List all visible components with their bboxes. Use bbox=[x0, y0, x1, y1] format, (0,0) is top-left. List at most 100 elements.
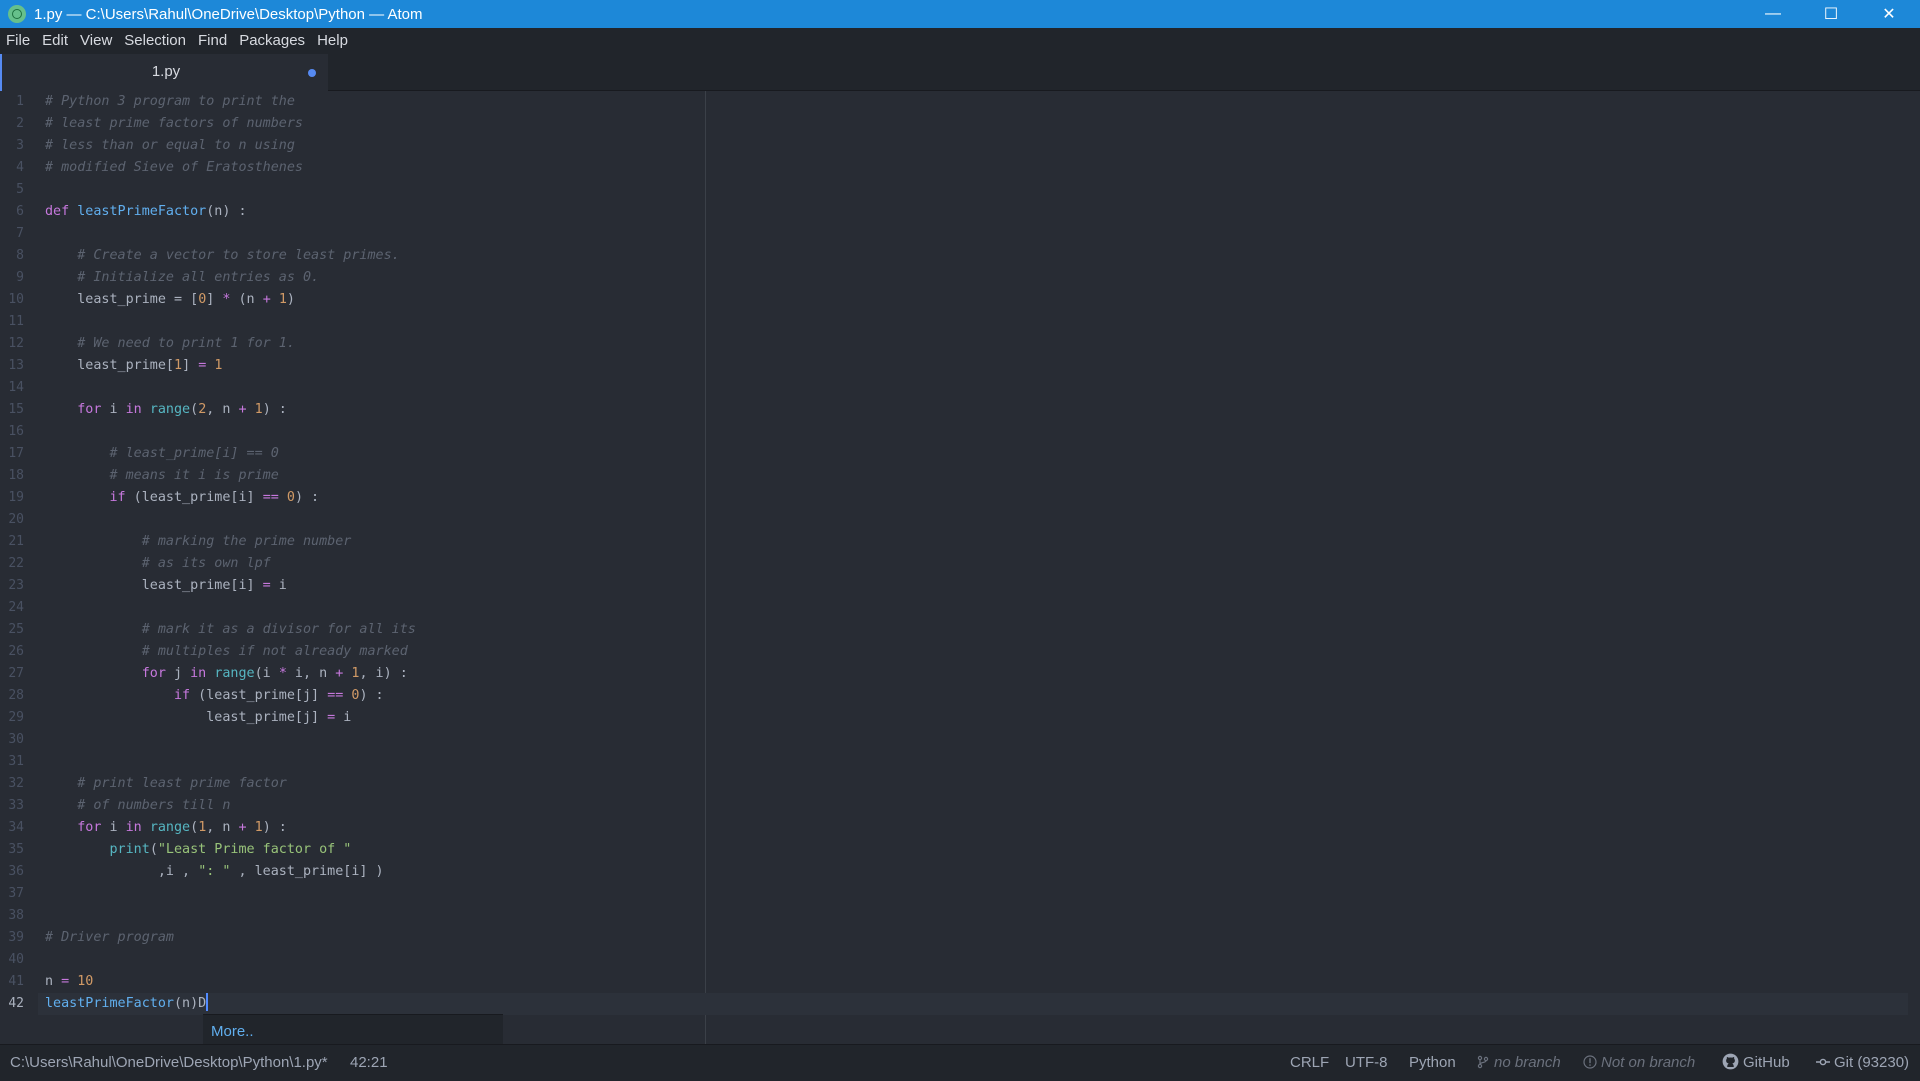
code-line[interactable]: least_prime[j] = i bbox=[45, 707, 351, 729]
line-number[interactable]: 11 bbox=[0, 311, 24, 333]
code-line[interactable]: # Create a vector to store least primes. bbox=[45, 245, 400, 267]
menu-edit[interactable]: Edit bbox=[36, 28, 74, 54]
status-file-path[interactable]: C:\Users\Rahul\OneDrive\Desktop\Python\1… bbox=[10, 1045, 328, 1081]
line-number[interactable]: 22 bbox=[0, 553, 24, 575]
line-number[interactable]: 15 bbox=[0, 399, 24, 421]
status-grammar[interactable]: Python bbox=[1409, 1045, 1456, 1081]
code-line[interactable]: # print least prime factor bbox=[45, 773, 287, 795]
line-number[interactable]: 35 bbox=[0, 839, 24, 861]
code-line[interactable]: # modified Sieve of Eratosthenes bbox=[45, 157, 303, 179]
line-number[interactable]: 42 bbox=[0, 993, 24, 1015]
line-number[interactable]: 20 bbox=[0, 509, 24, 531]
code-line[interactable]: # mark it as a divisor for all its bbox=[45, 619, 416, 641]
status-github[interactable]: GitHub bbox=[1722, 1045, 1790, 1081]
line-number[interactable]: 12 bbox=[0, 333, 24, 355]
code-line[interactable]: leastPrimeFactor(n)D bbox=[45, 993, 209, 1015]
code-token: # Driver program bbox=[45, 930, 174, 945]
line-number[interactable]: 30 bbox=[0, 729, 24, 751]
line-number[interactable]: 39 bbox=[0, 927, 24, 949]
line-number[interactable]: 25 bbox=[0, 619, 24, 641]
line-number[interactable]: 34 bbox=[0, 817, 24, 839]
line-number[interactable]: 8 bbox=[0, 245, 24, 267]
code-line[interactable]: # Python 3 program to print the bbox=[45, 91, 295, 113]
menu-file[interactable]: File bbox=[0, 28, 36, 54]
code-line[interactable]: # of numbers till n bbox=[45, 795, 230, 817]
line-number[interactable]: 32 bbox=[0, 773, 24, 795]
menu-view[interactable]: View bbox=[74, 28, 118, 54]
line-number[interactable]: 14 bbox=[0, 377, 24, 399]
status-cursor-position[interactable]: 42:21 bbox=[350, 1045, 388, 1081]
line-number[interactable]: 29 bbox=[0, 707, 24, 729]
menu-find[interactable]: Find bbox=[192, 28, 233, 54]
line-number[interactable]: 37 bbox=[0, 883, 24, 905]
line-number[interactable]: 16 bbox=[0, 421, 24, 443]
code-line[interactable]: for j in range(i * i, n + 1, i) : bbox=[45, 663, 408, 685]
code-token: if bbox=[174, 688, 191, 703]
text-editor[interactable]: 1 2 3 4 5 6 7 8 9 10 11 12 13 14 15 16 17 18 19 20 21 22 23 24 2… bbox=[0, 91, 1920, 1044]
line-number[interactable]: 33 bbox=[0, 795, 24, 817]
menu-packages[interactable]: Packages bbox=[233, 28, 311, 54]
status-branch[interactable]: no branch bbox=[1476, 1045, 1561, 1081]
tab-1-py[interactable]: 1.py bbox=[0, 54, 328, 91]
code-line[interactable]: n = 10 bbox=[45, 971, 93, 993]
status-line-ending[interactable]: CRLF bbox=[1290, 1045, 1329, 1081]
menu-help[interactable]: Help bbox=[311, 28, 354, 54]
code-line[interactable]: ,i , ": " , least_prime[i] ) bbox=[45, 861, 384, 883]
maximize-button[interactable]: ☐ bbox=[1802, 0, 1860, 28]
menu-selection[interactable]: Selection bbox=[118, 28, 192, 54]
line-number[interactable]: 13 bbox=[0, 355, 24, 377]
code-line[interactable]: if (least_prime[i] == 0) : bbox=[45, 487, 320, 509]
code-line[interactable]: least_prime = [0] * (n + 1) bbox=[45, 289, 295, 311]
line-number[interactable]: 38 bbox=[0, 905, 24, 927]
line-number[interactable]: 40 bbox=[0, 949, 24, 971]
status-git-panel[interactable]: Git (93230) bbox=[1816, 1045, 1909, 1081]
line-number[interactable]: 36 bbox=[0, 861, 24, 883]
line-number-gutter[interactable]: 1 2 3 4 5 6 7 8 9 10 11 12 13 14 15 16 17 18 19 20 21 22 23 24 2… bbox=[0, 91, 34, 1044]
line-number[interactable]: 24 bbox=[0, 597, 24, 619]
line-number[interactable]: 31 bbox=[0, 751, 24, 773]
minimize-button[interactable]: — bbox=[1744, 0, 1802, 28]
code-line[interactable]: # multiples if not already marked bbox=[45, 641, 408, 663]
code-line[interactable]: # less than or equal to n using bbox=[45, 135, 295, 157]
code-token: 0 bbox=[286, 490, 295, 505]
line-number[interactable]: 5 bbox=[0, 179, 24, 201]
code-line[interactable]: print("Least Prime factor of " bbox=[45, 839, 352, 861]
line-number[interactable]: 4 bbox=[0, 157, 24, 179]
line-number[interactable]: 6 bbox=[0, 201, 24, 223]
code-line[interactable]: # least_prime[i] == 0 bbox=[45, 443, 279, 465]
code-line[interactable]: # Initialize all entries as 0. bbox=[45, 267, 319, 289]
code-line[interactable]: least_prime[i] = i bbox=[45, 575, 287, 597]
code-line[interactable]: least_prime[1] = 1 bbox=[45, 355, 222, 377]
modified-indicator-icon[interactable] bbox=[308, 69, 316, 77]
line-number[interactable]: 28 bbox=[0, 685, 24, 707]
code-line[interactable]: for i in range(2, n + 1) : bbox=[45, 399, 287, 421]
line-number[interactable]: 10 bbox=[0, 289, 24, 311]
line-number[interactable]: 27 bbox=[0, 663, 24, 685]
line-number[interactable]: 17 bbox=[0, 443, 24, 465]
code-line[interactable]: # least prime factors of numbers bbox=[45, 113, 303, 135]
code-line[interactable]: # We need to print 1 for 1. bbox=[45, 333, 295, 355]
code-token: # Create a vector to store least primes. bbox=[77, 248, 400, 263]
line-number[interactable]: 41 bbox=[0, 971, 24, 993]
line-number[interactable]: 18 bbox=[0, 465, 24, 487]
code-line[interactable]: def leastPrimeFactor(n) : bbox=[45, 201, 247, 223]
code-line[interactable]: # means it i is prime bbox=[45, 465, 279, 487]
code-line[interactable]: if (least_prime[j] == 0) : bbox=[45, 685, 384, 707]
line-number[interactable]: 9 bbox=[0, 267, 24, 289]
line-number[interactable]: 2 bbox=[0, 113, 24, 135]
line-number[interactable]: 21 bbox=[0, 531, 24, 553]
line-number[interactable]: 3 bbox=[0, 135, 24, 157]
close-button[interactable]: ✕ bbox=[1860, 0, 1918, 28]
line-number[interactable]: 19 bbox=[0, 487, 24, 509]
line-number[interactable]: 7 bbox=[0, 223, 24, 245]
code-line[interactable]: # as its own lpf bbox=[45, 553, 271, 575]
line-number[interactable]: 1 bbox=[0, 91, 24, 113]
line-number[interactable]: 26 bbox=[0, 641, 24, 663]
status-git[interactable]: Not on branch bbox=[1583, 1045, 1695, 1081]
status-encoding[interactable]: UTF-8 bbox=[1345, 1045, 1388, 1081]
code-line[interactable]: # marking the prime number bbox=[45, 531, 352, 553]
code-line[interactable]: for i in range(1, n + 1) : bbox=[45, 817, 287, 839]
line-number[interactable]: 23 bbox=[0, 575, 24, 597]
code-line[interactable]: # Driver program bbox=[45, 927, 174, 949]
